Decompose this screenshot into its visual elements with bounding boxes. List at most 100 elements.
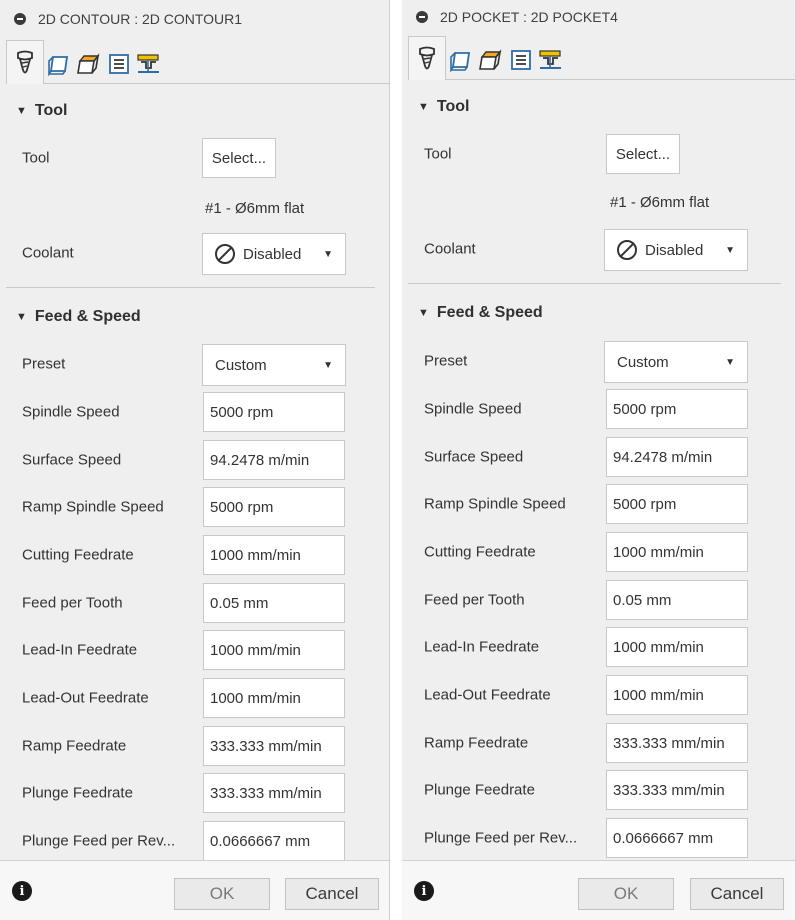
collapse-caret-icon: ▼ [16,311,27,323]
lead-in-feedrate-input[interactable]: 1000 mm/min [606,627,748,667]
collapse-icon[interactable] [416,11,428,23]
lead-out-feedrate-input[interactable]: 1000 mm/min [606,675,748,715]
heights-tab-icon [479,48,502,70]
ramp-spindle-speed-input[interactable]: 5000 rpm [203,487,345,527]
lead-out-feedrate-input[interactable]: 1000 mm/min [203,678,345,718]
tab-geometry[interactable] [44,42,74,84]
tool-row: Tool Select... [0,138,389,178]
linking-tab-icon [137,53,159,73]
dialog-title: 2D POCKET : 2D POCKET4 [440,9,618,25]
preset-dropdown[interactable]: Custom ▼ [604,341,748,383]
plunge-feed-per-rev-input[interactable]: 0.0666667 mm [606,818,748,858]
lead-in-feedrate-row: Lead-In Feedrate 1000 mm/min [0,630,389,670]
tab-heights[interactable] [476,38,506,80]
cutting-feedrate-row: Cutting Feedrate 1000 mm/min [402,532,795,572]
tool-row: Tool Select... [402,134,795,174]
dialog-titlebar[interactable]: 2D POCKET : 2D POCKET4 [402,0,795,34]
feed-per-tooth-input[interactable]: 0.05 mm [606,580,748,620]
info-icon[interactable]: i [414,881,434,901]
tab-passes[interactable] [104,42,134,84]
spindle-speed-input[interactable]: 5000 rpm [606,389,748,429]
preset-dropdown[interactable]: Custom ▼ [202,344,346,386]
field-label: Surface Speed [424,448,524,466]
ramp-feedrate-row: Ramp Feedrate 333.333 mm/min [0,726,389,766]
chevron-down-icon: ▼ [725,356,735,368]
section-divider [408,283,781,284]
field-label: Plunge Feedrate [22,784,133,802]
cancel-button[interactable]: Cancel [690,878,784,910]
collapse-icon[interactable] [14,13,26,25]
disabled-icon [215,244,235,264]
tool-tab-icon [17,50,33,73]
field-label: Surface Speed [22,451,122,469]
linking-tab-icon [539,49,561,69]
feed-per-tooth-row: Feed per Tooth 0.05 mm [0,583,389,623]
tab-tool[interactable] [408,36,446,80]
tool-select-button[interactable]: Select... [606,134,680,174]
tool-section-header[interactable]: ▼ Tool [402,92,795,122]
tool-section-title: Tool [436,98,470,115]
tool-select-button[interactable]: Select... [202,138,276,178]
ramp-feedrate-row: Ramp Feedrate 333.333 mm/min [402,723,795,763]
tab-tool[interactable] [6,40,44,84]
tab-heights[interactable] [74,42,104,84]
ramp-spindle-speed-row: Ramp Spindle Speed 5000 rpm [0,487,389,527]
spindle-speed-row: Spindle Speed 5000 rpm [0,392,389,432]
feed-section-title: Feed & Speed [436,304,543,321]
ramp-spindle-speed-input[interactable]: 5000 rpm [606,484,748,524]
lead-out-feedrate-row: Lead-Out Feedrate 1000 mm/min [0,678,389,718]
coolant-dropdown[interactable]: Disabled ▼ [202,233,346,275]
chevron-down-icon: ▼ [323,359,333,371]
plunge-feed-per-rev-input[interactable]: 0.0666667 mm [203,821,345,861]
coolant-value: Disabled [243,245,302,263]
info-icon[interactable]: i [12,881,32,901]
lead-in-feedrate-input[interactable]: 1000 mm/min [203,630,345,670]
tab-linking[interactable] [536,38,566,80]
tab-passes[interactable] [506,38,536,80]
geometry-tab-icon [48,55,69,76]
surface-speed-row: Surface Speed 94.2478 m/min [0,440,389,480]
ramp-feedrate-input[interactable]: 333.333 mm/min [606,723,748,763]
feed-per-tooth-input[interactable]: 0.05 mm [203,583,345,623]
ok-button[interactable]: OK [174,878,270,910]
field-label: Ramp Feedrate [424,734,529,752]
preset-label: Preset [22,355,66,373]
passes-tab-icon [109,53,129,74]
surface-speed-input[interactable]: 94.2478 m/min [203,440,345,480]
ramp-feedrate-input[interactable]: 333.333 mm/min [203,726,345,766]
cutting-feedrate-input[interactable]: 1000 mm/min [606,532,748,572]
plunge-feedrate-input[interactable]: 333.333 mm/min [203,773,345,813]
surface-speed-input[interactable]: 94.2478 m/min [606,437,748,477]
ok-button[interactable]: OK [578,878,674,910]
heights-tab-icon [77,52,100,74]
coolant-dropdown[interactable]: Disabled ▼ [604,229,748,271]
plunge-feedrate-input[interactable]: 333.333 mm/min [606,770,748,810]
field-label: Spindle Speed [424,400,522,418]
field-label: Cutting Feedrate [22,546,134,564]
dialog-titlebar[interactable]: 2D CONTOUR : 2D CONTOUR1 [0,0,389,38]
dialog-title: 2D CONTOUR : 2D CONTOUR1 [38,11,243,27]
disabled-icon [617,240,637,260]
tool-label: Tool [424,145,452,163]
field-label: Spindle Speed [22,403,120,421]
field-label: Lead-In Feedrate [424,638,540,656]
tool-section-header[interactable]: ▼ Tool [0,96,389,126]
dialog-footer: i OK Cancel [402,860,795,920]
feed-section-title: Feed & Speed [34,308,141,325]
spindle-speed-input[interactable]: 5000 rpm [203,392,345,432]
chevron-down-icon: ▼ [725,244,735,256]
field-label: Feed per Tooth [22,594,123,612]
passes-tab-icon [511,49,531,70]
tab-linking[interactable] [134,42,164,84]
field-label: Feed per Tooth [424,591,525,609]
cutting-feedrate-row: Cutting Feedrate 1000 mm/min [0,535,389,575]
feed-section-header[interactable]: ▼ Feed & Speed [0,302,389,332]
cancel-button[interactable]: Cancel [285,878,379,910]
tab-geometry[interactable] [446,38,476,80]
preset-label: Preset [424,352,468,370]
geometry-tab-icon [450,51,471,72]
cutting-feedrate-input[interactable]: 1000 mm/min [203,535,345,575]
feed-section-header[interactable]: ▼ Feed & Speed [402,298,795,328]
coolant-row: Coolant Disabled ▼ [402,229,795,271]
collapse-caret-icon: ▼ [418,307,429,319]
